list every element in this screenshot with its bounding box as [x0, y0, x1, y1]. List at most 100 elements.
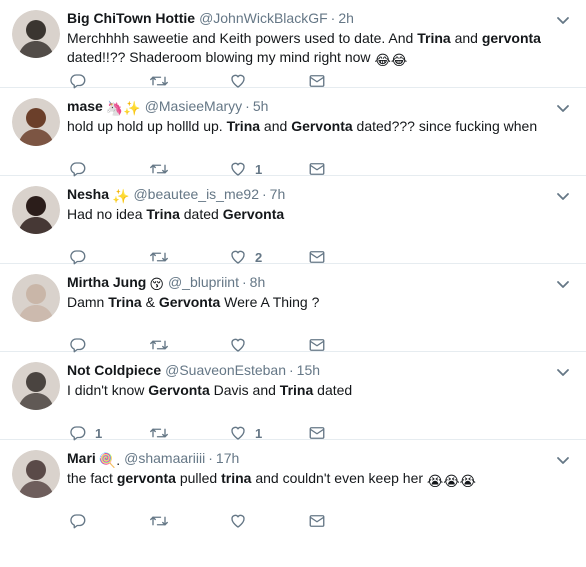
timestamp[interactable]: 8h: [250, 274, 266, 290]
highlighted-term: Trina: [108, 294, 142, 310]
highlighted-term: Gervonta: [148, 382, 210, 398]
tweet-feed: Big ChiTown Hottie @JohnWickBlackGF · 2h Mer…: [0, 0, 586, 532]
tweet-header: Nesha ✨ @beautee_is_me92 · 7h: [67, 185, 285, 205]
emoji: 😂😂: [374, 52, 408, 68]
separator-dot: ·: [330, 10, 336, 26]
tweet-card[interactable]: Not Coldpiece @SuaveonEsteban · 15h I didn't…: [0, 352, 586, 441]
tweet-text: Damn Trina & Gervonta Were A Thing ?: [67, 293, 567, 312]
text-segment: dated: [313, 382, 353, 398]
tweet-card[interactable]: mase 🦄✨ @MasieeMaryy · 5h hold up hold up hol…: [0, 88, 586, 177]
text-segment: the fact: [67, 470, 117, 486]
highlighted-term: trina: [221, 470, 252, 486]
avatar[interactable]: [12, 274, 60, 322]
retweet-icon: [149, 512, 169, 530]
text-segment: dated??? since fucking when: [352, 118, 538, 134]
tweet-header: Not Coldpiece @SuaveonEsteban · 15h: [67, 361, 320, 379]
user-handle[interactable]: @SuaveonEsteban: [165, 362, 286, 378]
highlighted-term: Trina: [226, 118, 261, 134]
tweet-card[interactable]: Mari 🍭. @shamaariiii · 17h the fact gervonta …: [0, 440, 586, 532]
tweet-text: Had no idea Trina dated Gervonta: [67, 205, 567, 224]
text-segment: Were A Thing ?: [220, 294, 320, 310]
timestamp[interactable]: 15h: [297, 362, 320, 378]
display-name[interactable]: Mari: [67, 450, 96, 466]
chevron-down-icon[interactable]: [556, 452, 570, 464]
tweet-text: I didn't know Gervonta Davis and Trina d…: [67, 381, 567, 400]
avatar[interactable]: [12, 186, 60, 234]
highlighted-term: gervonta: [481, 30, 541, 46]
text-segment: pulled: [175, 470, 222, 486]
text-segment: hold up hold up hollld up.: [67, 118, 227, 134]
tweet-card[interactable]: Mirtha Jung 😚 @_blupriint · 8h Damn Trina & G…: [0, 264, 586, 353]
text-segment: Davis and: [209, 382, 280, 398]
like-count: 1: [255, 425, 263, 441]
tweet-header: Mari 🍭. @shamaariiii · 17h: [67, 449, 239, 469]
avatar[interactable]: [12, 98, 60, 146]
like-button[interactable]: [229, 512, 247, 530]
highlighted-term: Gervonta: [222, 206, 285, 222]
tweet-card[interactable]: Nesha ✨ @beautee_is_me92 · 7h Had no idea Tri…: [0, 176, 586, 265]
reply-button[interactable]: [69, 512, 87, 530]
name-emoji: ✨: [112, 188, 130, 204]
name-emoji: 🍭.: [98, 452, 121, 468]
name-emoji: 😚: [149, 276, 164, 292]
emoji: 😭😭😭: [426, 473, 476, 489]
tweet-header: Mirtha Jung 😚 @_blupriint · 8h: [67, 273, 265, 293]
text-segment: and: [450, 30, 482, 46]
tweet-header: Big ChiTown Hottie @JohnWickBlackGF · 2h: [67, 9, 354, 27]
text-segment: and: [260, 118, 292, 134]
text-segment: dated: [179, 206, 223, 222]
chevron-down-icon[interactable]: [556, 12, 570, 24]
display-name[interactable]: Big ChiTown Hottie: [67, 10, 195, 26]
display-name[interactable]: Mirtha Jung: [67, 274, 146, 290]
tweet-text: hold up hold up hollld up. Trina and Ger…: [67, 117, 567, 136]
text-segment: Damn: [67, 294, 109, 310]
separator-dot: ·: [288, 362, 294, 378]
reply-count: 1: [95, 425, 103, 441]
highlighted-term: Gervonta: [291, 118, 353, 134]
highlighted-term: Trina: [279, 382, 314, 398]
highlighted-term: Gervonta: [158, 294, 221, 310]
timestamp[interactable]: 5h: [253, 98, 269, 114]
highlighted-term: Trina: [146, 206, 180, 222]
text-segment: Had no idea: [67, 206, 147, 222]
chevron-down-icon[interactable]: [556, 100, 570, 112]
user-handle[interactable]: @_blupriint: [168, 274, 239, 290]
avatar[interactable]: [12, 10, 60, 58]
avatar[interactable]: [12, 362, 60, 410]
display-name[interactable]: mase: [67, 98, 103, 114]
timestamp[interactable]: 2h: [338, 10, 354, 26]
like-count: 1: [255, 161, 263, 177]
text-segment: &: [141, 294, 159, 310]
text-segment: and couldn't even keep her: [251, 470, 427, 486]
display-name[interactable]: Not Coldpiece: [67, 362, 161, 378]
display-name[interactable]: Nesha: [67, 186, 109, 202]
text-segment: dated!!?? Shaderoom blowing my mind righ…: [67, 49, 371, 65]
tweet-text: the fact gervonta pulled trina and could…: [67, 469, 567, 491]
tweet-text: Merchhhh saweetie and Keith powers used …: [67, 29, 567, 70]
separator-dot: ·: [245, 98, 250, 114]
text-segment: Merchhhh saweetie and Keith powers used …: [67, 30, 418, 46]
highlighted-term: gervonta: [116, 470, 176, 486]
envelope-icon: [308, 512, 326, 530]
reply-icon: [69, 512, 87, 530]
text-segment: I didn't know: [67, 382, 149, 398]
user-handle[interactable]: @beautee_is_me92: [133, 186, 259, 202]
separator-dot: ·: [241, 274, 247, 290]
like-count: 2: [255, 249, 263, 265]
direct-message-button[interactable]: [308, 512, 326, 530]
chevron-down-icon[interactable]: [556, 276, 570, 288]
chevron-down-icon[interactable]: [556, 188, 570, 200]
timestamp[interactable]: 17h: [216, 450, 239, 466]
user-handle[interactable]: @shamaariiii: [124, 450, 205, 466]
separator-dot: ·: [208, 450, 213, 466]
retweet-button[interactable]: [149, 512, 169, 530]
tweet-card[interactable]: Big ChiTown Hottie @JohnWickBlackGF · 2h Mer…: [0, 0, 586, 89]
user-handle[interactable]: @JohnWickBlackGF: [199, 10, 328, 26]
heart-icon: [229, 512, 247, 530]
timestamp[interactable]: 7h: [270, 186, 286, 202]
avatar[interactable]: [12, 450, 60, 498]
chevron-down-icon[interactable]: [556, 364, 570, 376]
user-handle[interactable]: @MasieeMaryy: [145, 98, 242, 114]
tweet-header: mase 🦄✨ @MasieeMaryy · 5h: [67, 97, 268, 117]
separator-dot: ·: [262, 186, 267, 202]
